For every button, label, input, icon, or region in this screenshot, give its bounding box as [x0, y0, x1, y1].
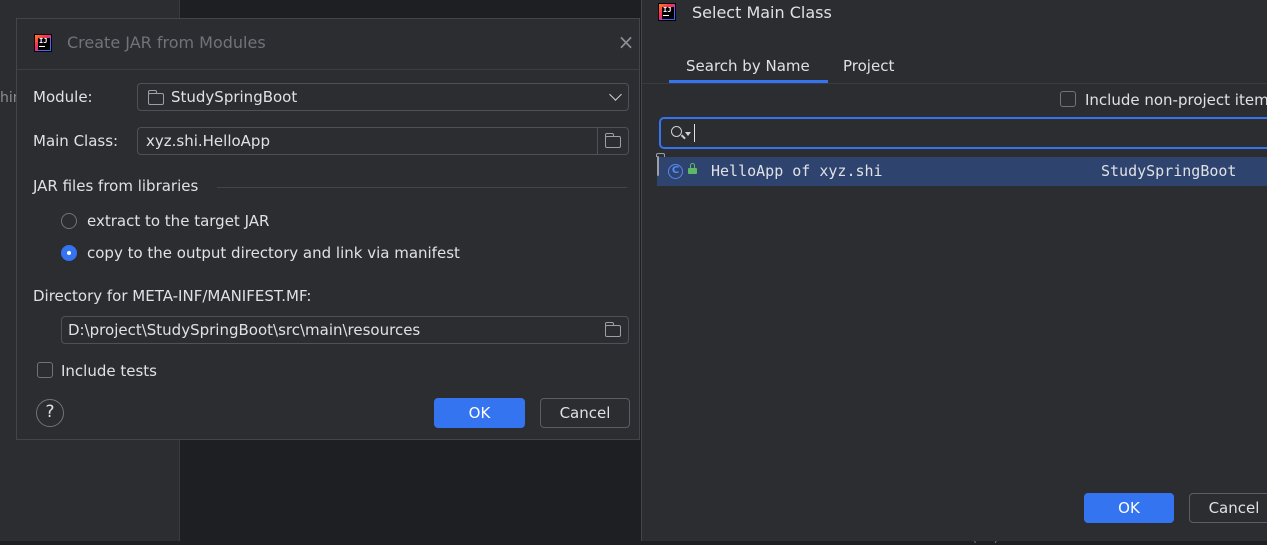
public-access-icon — [688, 163, 697, 174]
folder-icon — [604, 133, 621, 148]
module-combobox[interactable]: StudySpringBoot — [137, 83, 629, 111]
browse-main-class-button[interactable] — [597, 128, 628, 154]
browse-manifest-dir-button[interactable] — [598, 317, 628, 343]
help-button[interactable]: ? — [36, 399, 64, 427]
extract-radio-label[interactable]: extract to the target JAR — [87, 212, 269, 230]
search-icon — [671, 126, 682, 137]
main-class-value: xyz.shi.HelloApp — [146, 132, 270, 150]
manifest-dir-field[interactable]: D:\project\StudySpringBoot\src\main\reso… — [61, 316, 629, 344]
include-tests-label[interactable]: Include tests — [61, 362, 157, 380]
chevron-down-icon — [609, 88, 622, 101]
dialog-title: Select Main Class — [692, 3, 832, 22]
text-cursor — [694, 124, 695, 142]
create-jar-dialog: IJ Create JAR from Modules × Module: Stu… — [16, 18, 640, 440]
include-tests-checkbox[interactable] — [37, 362, 53, 378]
intellij-app-icon: IJ — [658, 3, 676, 21]
include-non-project-checkbox[interactable] — [1060, 91, 1076, 107]
close-icon[interactable]: × — [617, 32, 635, 52]
module-value: StudySpringBoot — [171, 88, 298, 106]
tabs-separator — [642, 83, 1267, 84]
dialog-titlebar: IJ Create JAR from Modules × — [17, 19, 639, 70]
intellij-app-icon: IJ — [34, 34, 52, 52]
result-name: HelloApp of xyz.shi — [711, 162, 883, 180]
folder-icon — [604, 322, 621, 337]
search-options-dropdown-icon[interactable] — [685, 132, 691, 136]
extract-radio[interactable] — [61, 213, 77, 229]
list-item[interactable]: C HelloApp of xyz.shi StudySpringBoot — [657, 156, 1267, 186]
class-search-input[interactable] — [659, 117, 1267, 149]
class-icon: C — [668, 164, 683, 179]
main-class-field[interactable]: xyz.shi.HelloApp — [137, 127, 629, 155]
copy-radio-label[interactable]: copy to the output directory and link vi… — [87, 244, 460, 262]
module-label: Module: — [33, 88, 93, 106]
main-class-label: Main Class: — [33, 132, 119, 150]
copy-radio[interactable] — [61, 245, 77, 261]
result-module: StudySpringBoot — [1101, 162, 1237, 180]
ok-button[interactable]: OK — [434, 398, 525, 428]
select-main-class-dialog: IJ Select Main Class Search by Name Proj… — [641, 0, 1267, 541]
tab-project[interactable]: Project — [843, 57, 894, 75]
ok-button[interactable]: OK — [1084, 493, 1174, 523]
cancel-button[interactable]: Cancel — [1189, 493, 1267, 523]
cancel-button[interactable]: Cancel — [540, 398, 630, 428]
include-non-project-label[interactable]: Include non-project items — [1085, 91, 1267, 109]
section-separator — [217, 187, 627, 188]
module-folder-icon — [147, 90, 164, 105]
jar-files-section-title: JAR files from libraries — [33, 177, 199, 195]
module-folder-icon — [657, 156, 659, 176]
tab-search-by-name[interactable]: Search by Name — [686, 57, 810, 75]
manifest-dir-value: D:\project\StudySpringBoot\src\main\reso… — [68, 321, 421, 339]
dialog-title: Create JAR from Modules — [67, 33, 266, 52]
manifest-dir-label: Directory for META-INF/MANIFEST.MF: — [33, 287, 312, 305]
